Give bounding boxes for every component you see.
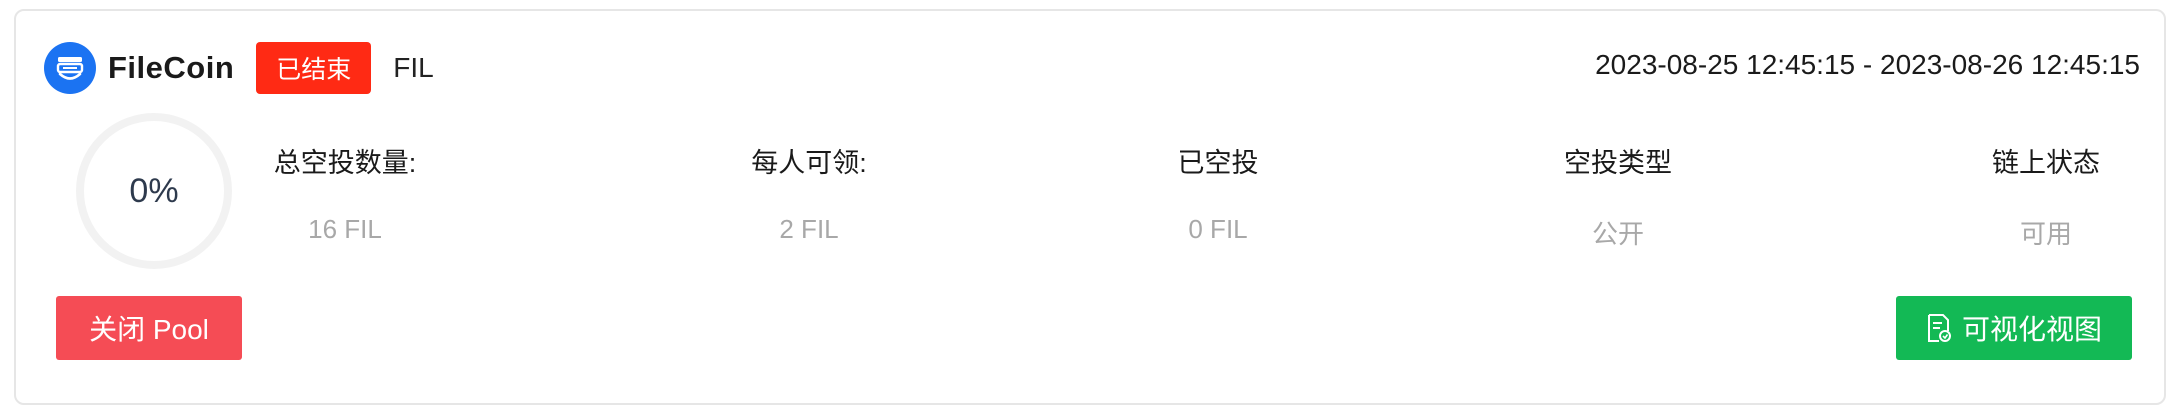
stat-total-airdrop: 总空投数量: 16 FIL bbox=[235, 141, 455, 245]
progress-percent: 0% bbox=[129, 171, 179, 210]
stat-label: 空投类型 bbox=[1564, 148, 1672, 178]
time-range: 2023-08-25 12:45:15 - 2023-08-26 12:45:1… bbox=[1595, 49, 2140, 80]
stat-label: 链上状态 bbox=[1992, 148, 2100, 178]
stat-value: 可用 bbox=[2019, 219, 2072, 249]
filecoin-logo-icon bbox=[44, 42, 96, 94]
stat-label: 总空投数量: bbox=[273, 148, 417, 178]
stat-airdropped: 已空投 0 FIL bbox=[1108, 141, 1328, 245]
stat-chain-status: 链上状态 可用 bbox=[1936, 141, 2156, 251]
close-pool-button[interactable]: 关闭 Pool bbox=[56, 296, 242, 360]
status-badge: 已结束 bbox=[256, 42, 372, 94]
token-symbol: FIL bbox=[393, 52, 434, 83]
stat-value: 公开 bbox=[1591, 219, 1644, 249]
document-chart-icon bbox=[1926, 313, 1952, 343]
stat-label: 已空投 bbox=[1177, 148, 1259, 178]
stat-value: 2 FIL bbox=[779, 214, 839, 244]
stat-per-person: 每人可领: 2 FIL bbox=[699, 141, 919, 245]
visualize-button-label: 可视化视图 bbox=[1961, 314, 2102, 345]
airdrop-pool-card: FileCoin 已结束 FIL 2023-08-25 12:45:15 - 2… bbox=[14, 9, 2166, 405]
pool-header: FileCoin 已结束 FIL bbox=[44, 41, 434, 95]
visualize-button[interactable]: 可视化视图 bbox=[1896, 296, 2132, 360]
stat-value: 0 FIL bbox=[1188, 214, 1248, 244]
stat-value: 16 FIL bbox=[308, 214, 382, 244]
coin-name: FileCoin bbox=[108, 50, 235, 85]
stat-label: 每人可领: bbox=[751, 148, 867, 178]
stat-airdrop-type: 空投类型 公开 bbox=[1508, 141, 1728, 251]
